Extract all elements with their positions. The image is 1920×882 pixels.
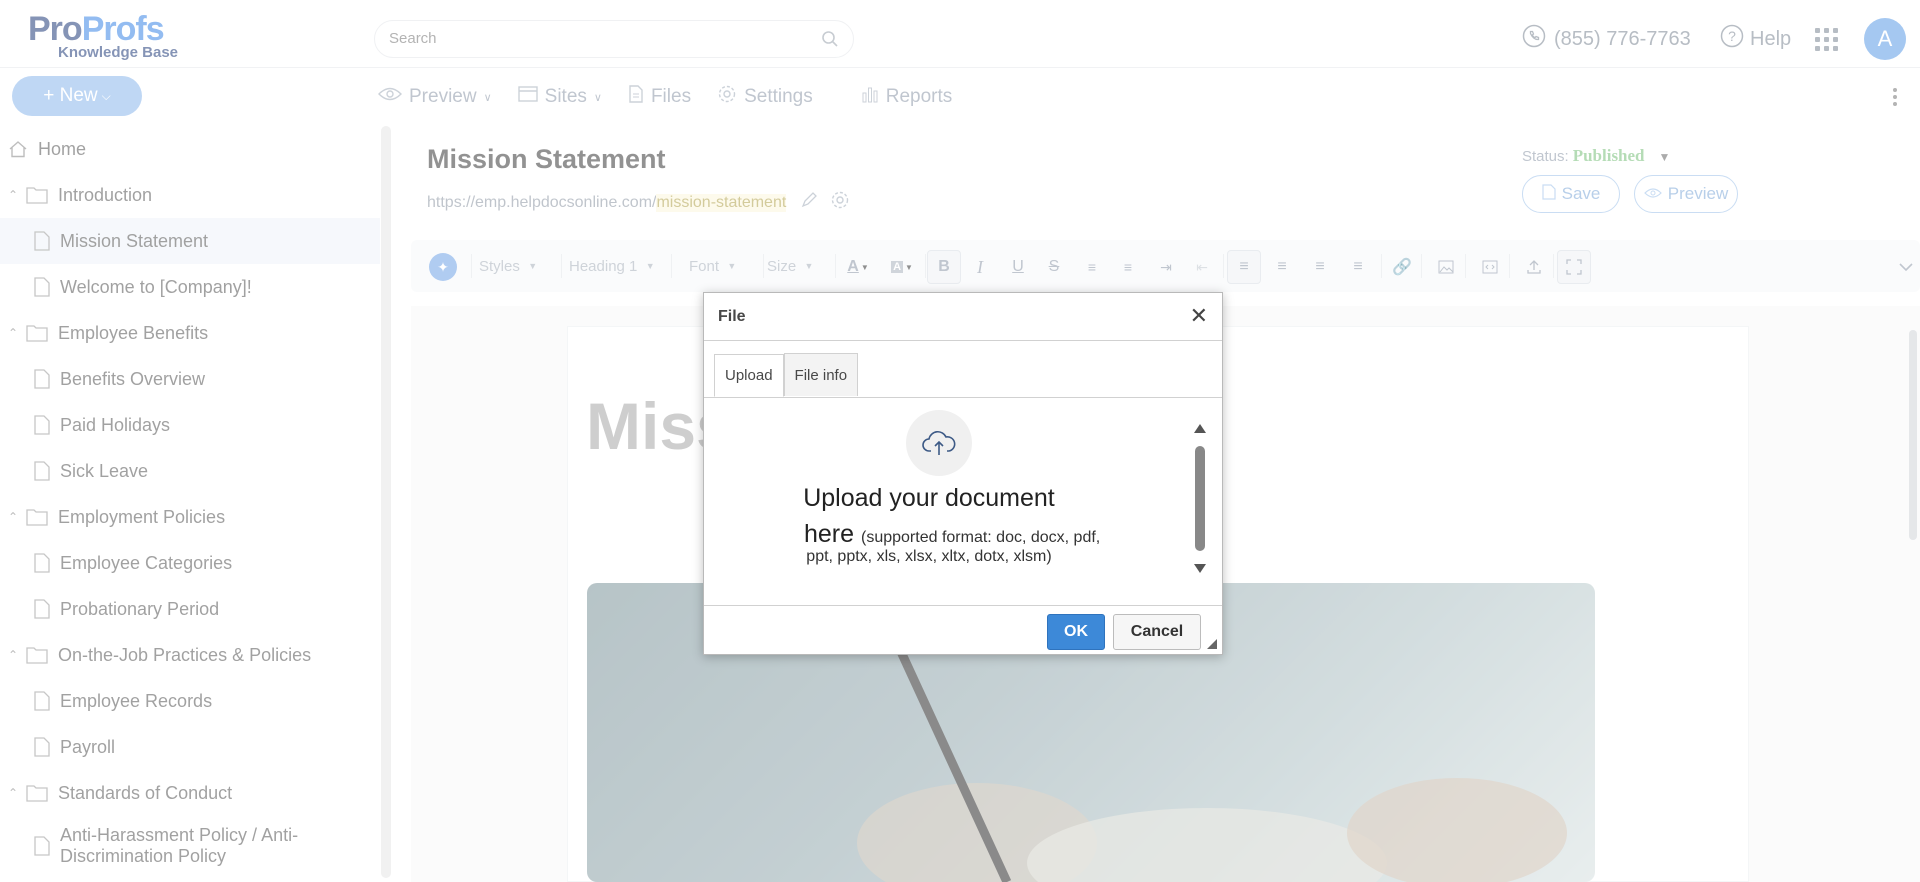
resize-handle[interactable]: [1207, 639, 1217, 649]
dialog-header: File ✕: [704, 293, 1222, 341]
upload-here: here: [804, 520, 855, 548]
ok-button[interactable]: OK: [1047, 614, 1105, 650]
dialog-title: File: [718, 308, 746, 325]
scroll-up-arrow[interactable]: [1194, 424, 1206, 433]
upload-heading: Upload your document: [803, 484, 1055, 512]
dialog-footer: OK Cancel: [704, 605, 1222, 654]
cancel-button[interactable]: Cancel: [1113, 614, 1201, 650]
supported-formats-b: ppt, pptx, xls, xlsx, xltx, dotx, xlsm): [806, 548, 1052, 565]
tab-file-info[interactable]: File info: [783, 353, 859, 396]
close-icon[interactable]: ✕: [1190, 305, 1208, 327]
cloud-upload-icon[interactable]: [906, 410, 972, 476]
dialog-scrollbar[interactable]: [1195, 446, 1205, 551]
supported-formats-a: (supported format: doc, docx, pdf,: [861, 529, 1101, 546]
upload-dropzone[interactable]: Upload your document here (supported for…: [704, 398, 1222, 608]
scroll-down-arrow[interactable]: [1194, 564, 1206, 573]
tab-upload[interactable]: Upload: [714, 354, 784, 397]
upload-heading-cont: here (supported format: doc, docx, pdf,: [804, 520, 1100, 549]
file-dialog: File ✕ Upload File info Upload your docu…: [703, 292, 1223, 655]
